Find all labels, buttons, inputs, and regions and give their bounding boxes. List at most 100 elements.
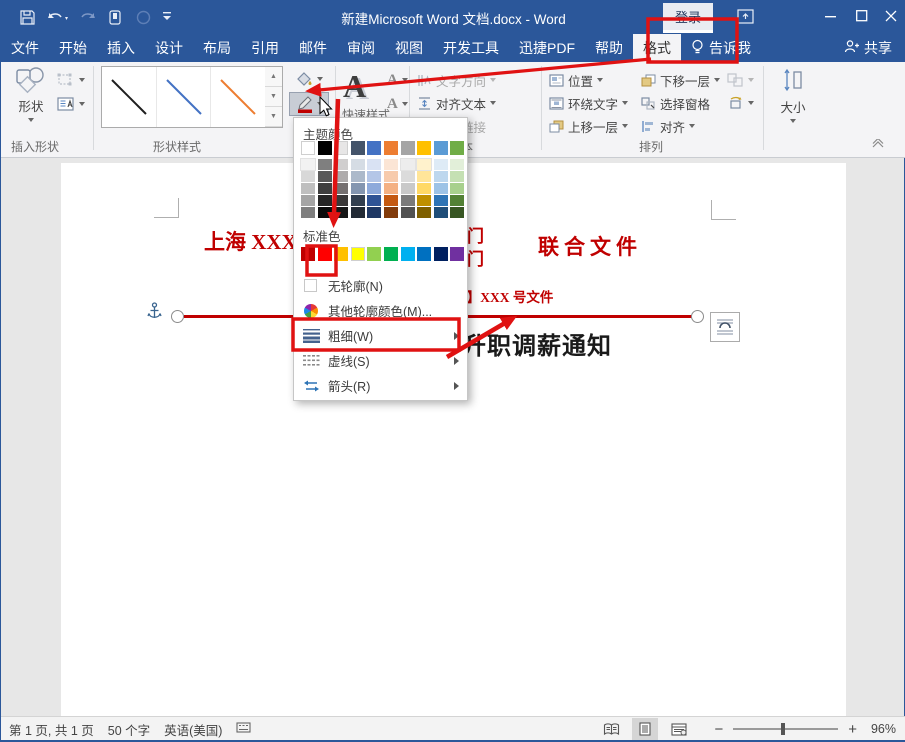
variant-swatch-4-3[interactable] [367, 195, 381, 206]
word-count[interactable]: 50 个字 [108, 720, 150, 739]
variant-swatch-6-0[interactable] [401, 159, 415, 170]
variant-swatch-2-1[interactable] [334, 171, 348, 182]
tab-插入[interactable]: 插入 [97, 34, 145, 62]
variant-swatch-7-3[interactable] [417, 195, 431, 206]
variant-swatch-8-4[interactable] [434, 207, 448, 218]
variant-swatch-4-2[interactable] [367, 183, 381, 194]
standard-color-swatch-6[interactable] [401, 247, 415, 261]
align-text-button[interactable]: 对齐文本 [417, 93, 496, 113]
theme-color-swatch-8[interactable] [434, 141, 448, 155]
variant-swatch-7-4[interactable] [417, 207, 431, 218]
tab-开始[interactable]: 开始 [49, 34, 97, 62]
tab-迅捷PDF[interactable]: 迅捷PDF [509, 34, 585, 62]
web-layout-button[interactable] [666, 718, 692, 740]
standard-color-swatch-9[interactable] [450, 247, 464, 261]
variant-swatch-4-1[interactable] [367, 171, 381, 182]
keyboard-icon[interactable] [236, 721, 251, 737]
wrap-text-button[interactable]: 环绕文字 [549, 93, 628, 113]
text-box-button[interactable] [57, 94, 85, 114]
variant-swatch-2-4[interactable] [334, 207, 348, 218]
read-mode-button[interactable] [598, 718, 624, 740]
variant-swatch-7-2[interactable] [417, 183, 431, 194]
menu-item-dashes[interactable]: 虚线(S) [294, 348, 467, 373]
ribbon-display-options-button[interactable] [729, 0, 761, 32]
variant-swatch-8-2[interactable] [434, 183, 448, 194]
collapse-ribbon-button[interactable] [871, 136, 885, 154]
variant-swatch-1-2[interactable] [318, 183, 332, 194]
zoom-slider[interactable] [733, 728, 838, 730]
theme-color-swatch-6[interactable] [401, 141, 415, 155]
theme-color-swatch-5[interactable] [384, 141, 398, 155]
variant-swatch-6-3[interactable] [401, 195, 415, 206]
variant-swatch-0-0[interactable] [301, 159, 315, 170]
tab-格式[interactable]: 格式 [633, 34, 681, 62]
position-button[interactable]: 位置 [549, 70, 603, 90]
tab-设计[interactable]: 设计 [145, 34, 193, 62]
tab-审阅[interactable]: 审阅 [337, 34, 385, 62]
variant-swatch-5-4[interactable] [384, 207, 398, 218]
variant-swatch-5-1[interactable] [384, 171, 398, 182]
standard-color-swatch-2[interactable] [334, 247, 348, 261]
variant-swatch-2-3[interactable] [334, 195, 348, 206]
variant-swatch-1-0[interactable] [318, 159, 332, 170]
menu-item-weight[interactable]: 粗细(W) [294, 323, 467, 348]
variant-swatch-3-1[interactable] [351, 171, 365, 182]
zoom-in-button[interactable]: + [848, 721, 857, 738]
shape-fill-button[interactable] [289, 67, 329, 91]
shape-style-gallery[interactable] [101, 66, 267, 128]
align-button[interactable]: 对齐 [641, 116, 695, 136]
theme-color-swatch-9[interactable] [450, 141, 464, 155]
tab-邮件[interactable]: 邮件 [289, 34, 337, 62]
maximize-button[interactable] [846, 0, 878, 32]
variant-swatch-7-1[interactable] [417, 171, 431, 182]
group-objects-button[interactable] [727, 70, 754, 90]
variant-swatch-9-2[interactable] [450, 183, 464, 194]
line-handle-left[interactable] [171, 310, 184, 323]
variant-swatch-5-3[interactable] [384, 195, 398, 206]
variant-swatch-0-4[interactable] [301, 207, 315, 218]
tab-帮助[interactable]: 帮助 [585, 34, 633, 62]
tab-视图[interactable]: 视图 [385, 34, 433, 62]
variant-swatch-7-0[interactable] [417, 159, 431, 170]
line-style-orange[interactable] [211, 67, 266, 127]
variant-swatch-3-4[interactable] [351, 207, 365, 218]
minimize-button[interactable] [815, 0, 847, 32]
menu-item-more-colors[interactable]: 其他轮廓颜色(M)... [294, 298, 467, 323]
standard-color-swatch-3[interactable] [351, 247, 365, 261]
standard-color-swatch-0[interactable] [301, 247, 315, 261]
variant-swatch-1-4[interactable] [318, 207, 332, 218]
send-backward-button[interactable]: 下移一层 [641, 70, 720, 90]
variant-swatch-6-1[interactable] [401, 171, 415, 182]
standard-color-swatch-8[interactable] [434, 247, 448, 261]
edit-shape-button[interactable] [57, 70, 85, 90]
standard-color-swatch-7[interactable] [417, 247, 431, 261]
variant-swatch-1-1[interactable] [318, 171, 332, 182]
theme-color-swatch-2[interactable] [334, 141, 348, 155]
tab-share[interactable]: 共享 [834, 34, 905, 62]
theme-color-swatch-7[interactable] [417, 141, 431, 155]
language-indicator[interactable]: 英语(美国) [164, 720, 222, 739]
variant-swatch-4-0[interactable] [367, 159, 381, 170]
wordart-styles-button[interactable]: A [343, 68, 379, 108]
variant-swatch-9-4[interactable] [450, 207, 464, 218]
theme-color-swatch-0[interactable] [301, 141, 315, 155]
zoom-out-button[interactable]: − [714, 721, 723, 738]
page-indicator[interactable]: 第 1 页, 共 1 页 [9, 720, 94, 739]
text-outline-button[interactable]: A [387, 94, 408, 114]
gallery-scrollbar[interactable]: ▲ ▼ ▼ [265, 66, 283, 128]
variant-swatch-0-2[interactable] [301, 183, 315, 194]
bring-forward-button[interactable]: 上移一层 [549, 116, 628, 136]
variant-swatch-9-0[interactable] [450, 159, 464, 170]
print-layout-button[interactable] [632, 718, 658, 740]
theme-color-swatch-3[interactable] [351, 141, 365, 155]
variant-swatch-6-2[interactable] [401, 183, 415, 194]
size-button[interactable]: 大小 [771, 68, 815, 138]
variant-swatch-2-2[interactable] [334, 183, 348, 194]
theme-color-swatch-4[interactable] [367, 141, 381, 155]
text-direction-button[interactable]: 文字方向 [417, 70, 496, 90]
tab-tellme[interactable]: 告诉我 [681, 34, 761, 62]
tab-开发工具[interactable]: 开发工具 [433, 34, 509, 62]
line-style-black[interactable] [102, 67, 157, 127]
theme-color-swatch-1[interactable] [318, 141, 332, 155]
variant-swatch-8-1[interactable] [434, 171, 448, 182]
